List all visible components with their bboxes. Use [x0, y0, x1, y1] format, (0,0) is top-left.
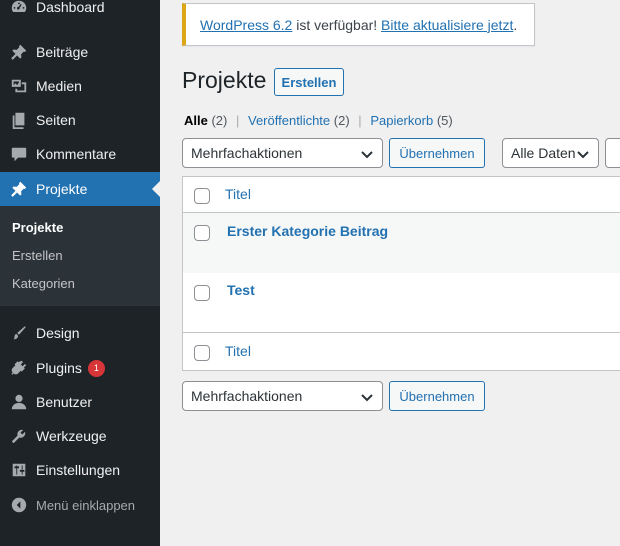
sidebar-item-label: Plugins	[36, 360, 82, 376]
sidebar-item-label: Design	[36, 325, 80, 341]
settings-icon	[0, 453, 36, 487]
select-all-checkbox[interactable]	[194, 188, 210, 204]
notice-suffix: .	[513, 16, 518, 33]
submenu-item-kategorien[interactable]: Kategorien	[12, 276, 75, 291]
media-icon	[0, 69, 36, 103]
sidebar-item-label: Einstellungen	[36, 462, 121, 478]
view-trash-count: (5)	[436, 113, 453, 128]
date-filter-value: Alle Daten	[511, 145, 576, 161]
submenu-item-projekte[interactable]: Projekte	[12, 220, 63, 235]
update-now-link[interactable]: Bitte aktualisiere jetzt	[381, 17, 513, 33]
row-checkbox[interactable]	[194, 285, 210, 301]
sidebar-item-beitraege[interactable]: Beiträge	[0, 35, 160, 69]
user-icon	[0, 385, 36, 419]
sidebar-item-plugins[interactable]: Plugins 1	[0, 351, 160, 385]
bulk-actions-select-bottom[interactable]: Mehrfachaktionen	[182, 381, 383, 411]
view-filters: Alle (2) | Veröffentlichte (2) | Papierk…	[184, 113, 453, 128]
pages-icon	[0, 103, 36, 137]
view-published-link[interactable]: Veröffentlichte	[248, 113, 330, 128]
chevron-down-icon	[360, 147, 374, 161]
sidebar-item-design[interactable]: Design	[0, 316, 160, 350]
sidebar-item-label: Medien	[36, 78, 82, 94]
separator: |	[235, 113, 240, 128]
bulk-actions-value: Mehrfachaktionen	[191, 145, 303, 161]
sidebar-item-projekte[interactable]: Projekte	[0, 172, 160, 206]
bulk-actions-select-top[interactable]: Mehrfachaktionen	[182, 138, 383, 168]
notice-message: ist verfügbar!	[292, 16, 382, 33]
chevron-down-icon	[576, 147, 590, 161]
wordpress-version-link[interactable]: WordPress 6.2	[200, 17, 292, 33]
collapse-arrow-icon	[0, 488, 36, 522]
date-filter-select[interactable]: Alle Daten	[502, 138, 599, 168]
table-row: Erster Kategorie Beitrag	[183, 213, 620, 273]
sidebar-item-label: Werkzeuge	[36, 428, 107, 444]
sidebar-item-dashboard[interactable]: Dashboard	[0, 0, 160, 24]
view-trash-link[interactable]: Papierkorb	[370, 113, 433, 128]
column-title-header[interactable]: Titel	[225, 186, 251, 202]
page-title: Projekte	[182, 67, 267, 93]
bulk-actions-value: Mehrfachaktionen	[191, 388, 303, 404]
sidebar-item-werkzeuge[interactable]: Werkzeuge	[0, 419, 160, 453]
select-all-checkbox-footer[interactable]	[194, 345, 210, 361]
sidebar-item-seiten[interactable]: Seiten	[0, 103, 160, 137]
sidebar-submenu-projekte: Projekte Erstellen Kategorien	[0, 206, 160, 306]
row-checkbox[interactable]	[194, 225, 210, 241]
table-header-row: Titel	[183, 177, 620, 213]
column-title-footer[interactable]: Titel	[225, 343, 251, 359]
wrench-icon	[0, 419, 36, 453]
comment-icon	[0, 137, 36, 171]
sidebar-item-benutzer[interactable]: Benutzer	[0, 385, 160, 419]
view-published-count: (2)	[333, 113, 350, 128]
collapse-menu-button[interactable]: Menü einklappen	[0, 488, 160, 522]
admin-sidebar: Dashboard Beiträge Medien Seiten Komment…	[0, 0, 160, 546]
view-all-count: (2)	[211, 113, 228, 128]
sidebar-item-einstellungen[interactable]: Einstellungen	[0, 453, 160, 487]
chevron-down-icon	[360, 390, 374, 404]
sidebar-item-label: Beiträge	[36, 44, 89, 60]
update-notice: WordPress 6.2 ist verfügbar! Bitte aktua…	[182, 3, 535, 46]
add-new-button[interactable]: Erstellen	[274, 68, 344, 96]
sidebar-item-label: Dashboard	[36, 0, 105, 15]
row-title-link[interactable]: Test	[227, 282, 255, 298]
plugins-update-badge: 1	[87, 359, 105, 377]
sidebar-item-label: Benutzer	[36, 394, 93, 410]
brush-icon	[0, 316, 36, 350]
pushpin-icon	[0, 35, 36, 69]
sidebar-item-label: Kommentare	[36, 146, 117, 162]
category-filter-select[interactable]	[605, 138, 620, 168]
pushpin-icon	[0, 172, 36, 206]
table-footer-row: Titel	[183, 334, 620, 370]
view-all-link[interactable]: Alle	[184, 113, 208, 128]
separator: |	[358, 113, 362, 128]
sidebar-item-kommentare[interactable]: Kommentare	[0, 137, 160, 171]
apply-bulk-button-bottom[interactable]: Übernehmen	[389, 381, 485, 411]
dashboard-icon	[0, 0, 36, 24]
sidebar-item-label: Projekte	[36, 181, 88, 197]
apply-bulk-button-top[interactable]: Übernehmen	[389, 138, 485, 168]
sidebar-item-label: Seiten	[36, 112, 76, 128]
plugin-icon	[0, 351, 36, 385]
sidebar-item-medien[interactable]: Medien	[0, 69, 160, 103]
collapse-menu-label: Menü einklappen	[36, 497, 136, 513]
notice-text: WordPress 6.2 ist verfügbar! Bitte aktua…	[200, 17, 517, 33]
posts-table: Titel Erster Kategorie Beitrag Test Tite…	[182, 176, 620, 371]
table-row: Test	[183, 273, 620, 333]
submenu-item-erstellen[interactable]: Erstellen	[12, 248, 63, 263]
row-title-link[interactable]: Erster Kategorie Beitrag	[227, 223, 388, 239]
